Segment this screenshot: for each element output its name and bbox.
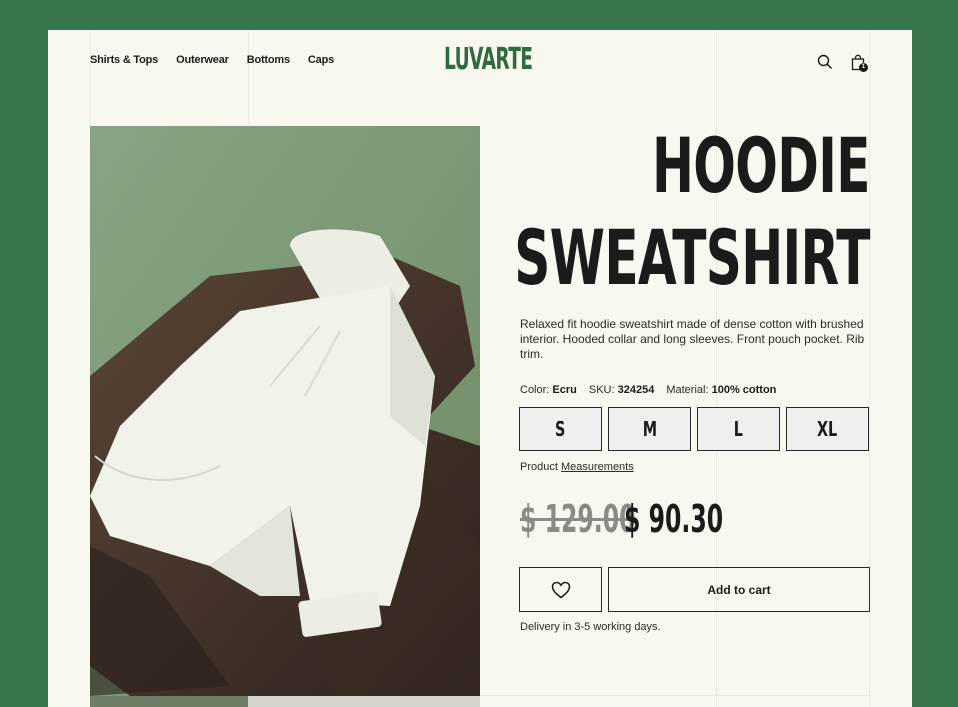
size-option-m[interactable]: M bbox=[608, 407, 691, 451]
measurements-link[interactable]: Measurements bbox=[561, 461, 634, 473]
size-label: M bbox=[642, 417, 657, 441]
product-page: Shirts & Tops Outerwear Bottoms Caps LUV… bbox=[48, 30, 912, 707]
product-title: HOODIE SWEATSHIRT bbox=[514, 120, 870, 304]
sale-price: $ 90.30 bbox=[624, 497, 724, 541]
nav-item-bottoms[interactable]: Bottoms bbox=[247, 54, 290, 66]
color-meta: Color: Ecru bbox=[520, 384, 577, 396]
sku-label: SKU: bbox=[588, 384, 615, 396]
product-description: Relaxed fit hoodie sweatshirt made of de… bbox=[520, 317, 865, 361]
material-label: Material: bbox=[666, 384, 709, 396]
hoodie-photo bbox=[90, 126, 480, 696]
product-image[interactable] bbox=[90, 126, 480, 696]
original-price: $ 129.00 bbox=[520, 497, 636, 541]
cart-count-badge: 1 bbox=[859, 63, 868, 72]
sku-value: 324254 bbox=[617, 384, 655, 396]
search-icon bbox=[817, 54, 833, 70]
nav-item-shirts-tops[interactable]: Shirts & Tops bbox=[90, 54, 158, 66]
material-meta: Material: 100% cotton bbox=[666, 384, 776, 396]
wishlist-button[interactable] bbox=[519, 567, 602, 612]
color-value: Ecru bbox=[552, 384, 577, 396]
size-label: XL bbox=[817, 417, 838, 441]
brand-logo[interactable]: LUVARTE bbox=[444, 42, 533, 77]
thumbnail[interactable] bbox=[248, 696, 480, 707]
search-button[interactable] bbox=[815, 52, 835, 72]
title-line: SWEATSHIRT bbox=[514, 213, 870, 302]
title-line: HOODIE bbox=[652, 121, 871, 210]
color-label: Color: bbox=[520, 384, 550, 396]
main-nav: Shirts & Tops Outerwear Bottoms Caps bbox=[90, 54, 334, 66]
thumbnail[interactable] bbox=[90, 696, 248, 707]
material-value: 100% cotton bbox=[711, 384, 777, 396]
size-option-l[interactable]: L bbox=[697, 407, 780, 451]
product-meta: Color: Ecru SKU: 324254 Material: 100% c… bbox=[520, 384, 776, 396]
cart-button[interactable]: 1 bbox=[848, 52, 868, 72]
add-to-cart-button[interactable]: Add to cart bbox=[608, 567, 870, 612]
measurements-prefix: Product bbox=[520, 461, 558, 473]
heart-icon bbox=[551, 581, 570, 598]
delivery-info: Delivery in 3-5 working days. bbox=[520, 621, 661, 633]
nav-item-outerwear[interactable]: Outerwear bbox=[176, 54, 229, 66]
size-option-s[interactable]: S bbox=[519, 407, 602, 451]
size-label: L bbox=[733, 417, 744, 441]
size-selector: S M L XL bbox=[519, 407, 869, 451]
sku-meta: SKU: 324254 bbox=[589, 384, 654, 396]
size-label: S bbox=[555, 417, 566, 441]
size-option-xl[interactable]: XL bbox=[786, 407, 869, 451]
thumbnail-strip[interactable] bbox=[90, 696, 480, 707]
measurements-row: Product Measurements bbox=[520, 461, 634, 473]
nav-item-caps[interactable]: Caps bbox=[308, 54, 334, 66]
